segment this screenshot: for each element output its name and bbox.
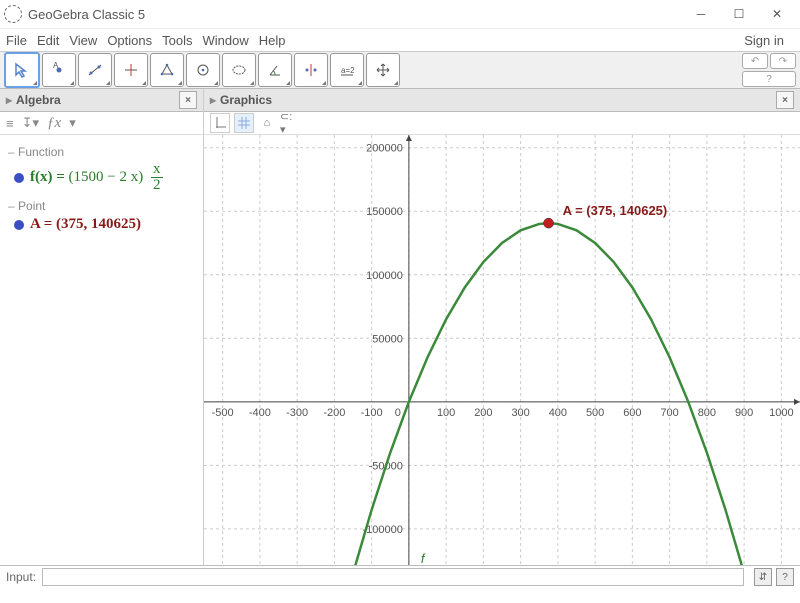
- function-expression: f(x) = (1500 − 2 x) x2: [30, 162, 163, 193]
- svg-text:400: 400: [549, 407, 567, 419]
- svg-text:200: 200: [474, 407, 492, 419]
- function-visibility-dot[interactable]: [14, 173, 24, 183]
- collapse-icon: ▸: [6, 93, 12, 107]
- redo-button[interactable]: ↷: [770, 53, 796, 69]
- category-function: Function: [8, 145, 195, 159]
- menu-view[interactable]: View: [69, 33, 97, 48]
- sort-dropdown-icon[interactable]: ↧▾: [22, 115, 39, 131]
- svg-text:800: 800: [698, 407, 716, 419]
- svg-text:600: 600: [623, 407, 641, 419]
- svg-text:A: A: [53, 62, 59, 70]
- titlebar: GeoGebra Classic 5 ─ ☐ ✕: [0, 0, 800, 29]
- function-item[interactable]: f(x) = (1500 − 2 x) x2: [14, 162, 195, 193]
- menu-window[interactable]: Window: [202, 33, 248, 48]
- svg-text:a=2: a=2: [341, 66, 355, 75]
- grid-toggle-icon[interactable]: [234, 113, 254, 133]
- svg-text:-400: -400: [249, 407, 271, 419]
- input-bar: Input: ⇵ ?: [0, 565, 800, 588]
- graphics-header[interactable]: ▸ Graphics ×: [204, 89, 800, 112]
- svg-text:900: 900: [735, 407, 753, 419]
- svg-text:200000: 200000: [366, 143, 403, 155]
- svg-text:-100: -100: [361, 407, 383, 419]
- menu-tools[interactable]: Tools: [162, 33, 192, 48]
- svg-text:-100000: -100000: [363, 524, 403, 536]
- category-point: Point: [8, 199, 195, 213]
- collapse-icon: ▸: [210, 93, 216, 107]
- menu-edit[interactable]: Edit: [37, 33, 59, 48]
- algebra-toolbar: ≡ ↧▾ ƒx ▾: [0, 112, 203, 135]
- svg-text:150000: 150000: [366, 206, 403, 218]
- input-dropdown-button[interactable]: ⇵: [754, 568, 772, 586]
- point-visibility-dot[interactable]: [14, 220, 24, 230]
- tool-perpendicular[interactable]: [114, 53, 148, 87]
- svg-text:-200: -200: [323, 407, 345, 419]
- sort-icon[interactable]: ≡: [6, 116, 14, 131]
- svg-text:A = (375, 140625): A = (375, 140625): [563, 203, 668, 218]
- tool-slider[interactable]: a=2: [330, 53, 364, 87]
- fx-dropdown-icon[interactable]: ▾: [69, 115, 76, 131]
- tool-circle[interactable]: [186, 53, 220, 87]
- svg-text:500: 500: [586, 407, 604, 419]
- algebra-header[interactable]: ▸ Algebra ×: [0, 89, 203, 112]
- tool-move-view[interactable]: [366, 53, 400, 87]
- input-help-button[interactable]: ?: [776, 568, 794, 586]
- help-toolbar-button[interactable]: ?: [742, 71, 796, 87]
- graphics-panel: ▸ Graphics × ⌂ ⊂: ▾ -500 -400 -300 -200 -100…: [204, 89, 800, 565]
- graphics-title: Graphics: [220, 93, 272, 107]
- window-title: GeoGebra Classic 5: [28, 7, 682, 22]
- tool-polygon[interactable]: [150, 53, 184, 87]
- maximize-button[interactable]: ☐: [720, 0, 758, 28]
- point-expression: A = (375, 140625): [30, 216, 141, 233]
- svg-text:700: 700: [660, 407, 678, 419]
- tool-move[interactable]: [4, 52, 40, 88]
- main-panels: ▸ Algebra × ≡ ↧▾ ƒx ▾ Function f(x) = (1…: [0, 89, 800, 565]
- toolbar: A a=2 ↶ ↷ ?: [0, 51, 800, 89]
- tool-angle[interactable]: [258, 53, 292, 87]
- snap-dropdown-icon[interactable]: ⊂: ▾: [280, 114, 298, 132]
- svg-text:1000: 1000: [769, 407, 793, 419]
- axes-toggle-icon[interactable]: [210, 113, 230, 133]
- input-field[interactable]: [42, 568, 744, 586]
- algebra-title: Algebra: [16, 93, 61, 107]
- svg-text:f: f: [421, 551, 426, 565]
- algebra-panel: ▸ Algebra × ≡ ↧▾ ƒx ▾ Function f(x) = (1…: [0, 89, 204, 565]
- close-button[interactable]: ✕: [758, 0, 796, 28]
- minimize-button[interactable]: ─: [682, 0, 720, 28]
- graphics-close-button[interactable]: ×: [776, 91, 794, 109]
- svg-text:100: 100: [437, 407, 455, 419]
- tool-line[interactable]: [78, 53, 112, 87]
- tool-reflect[interactable]: [294, 53, 328, 87]
- graphics-view[interactable]: -500 -400 -300 -200 -100 100 200 300 400 500 600 70…: [204, 135, 800, 565]
- svg-text:100000: 100000: [366, 270, 403, 282]
- svg-text:300: 300: [511, 407, 529, 419]
- svg-text:50000: 50000: [372, 333, 403, 345]
- menu-file[interactable]: File: [6, 33, 27, 48]
- svg-text:-300: -300: [286, 407, 308, 419]
- algebra-close-button[interactable]: ×: [179, 91, 197, 109]
- graphics-toolbar: ⌂ ⊂: ▾: [204, 112, 800, 135]
- menu-help[interactable]: Help: [259, 33, 286, 48]
- tool-ellipse[interactable]: [222, 53, 256, 87]
- menubar: File Edit View Options Tools Window Help…: [0, 29, 800, 51]
- home-view-icon[interactable]: ⌂: [258, 114, 276, 132]
- input-label: Input:: [6, 570, 36, 584]
- undo-button[interactable]: ↶: [742, 53, 768, 69]
- tool-point[interactable]: A: [42, 53, 76, 87]
- app-logo-icon: [4, 5, 22, 23]
- fx-label[interactable]: ƒx: [47, 115, 61, 132]
- svg-text:-500: -500: [212, 407, 234, 419]
- sign-in-link[interactable]: Sign in: [744, 33, 784, 48]
- svg-text:0: 0: [395, 407, 401, 419]
- algebra-body: Function f(x) = (1500 − 2 x) x2 Point A …: [0, 135, 203, 245]
- point-item[interactable]: A = (375, 140625): [14, 216, 195, 233]
- menu-options[interactable]: Options: [107, 33, 152, 48]
